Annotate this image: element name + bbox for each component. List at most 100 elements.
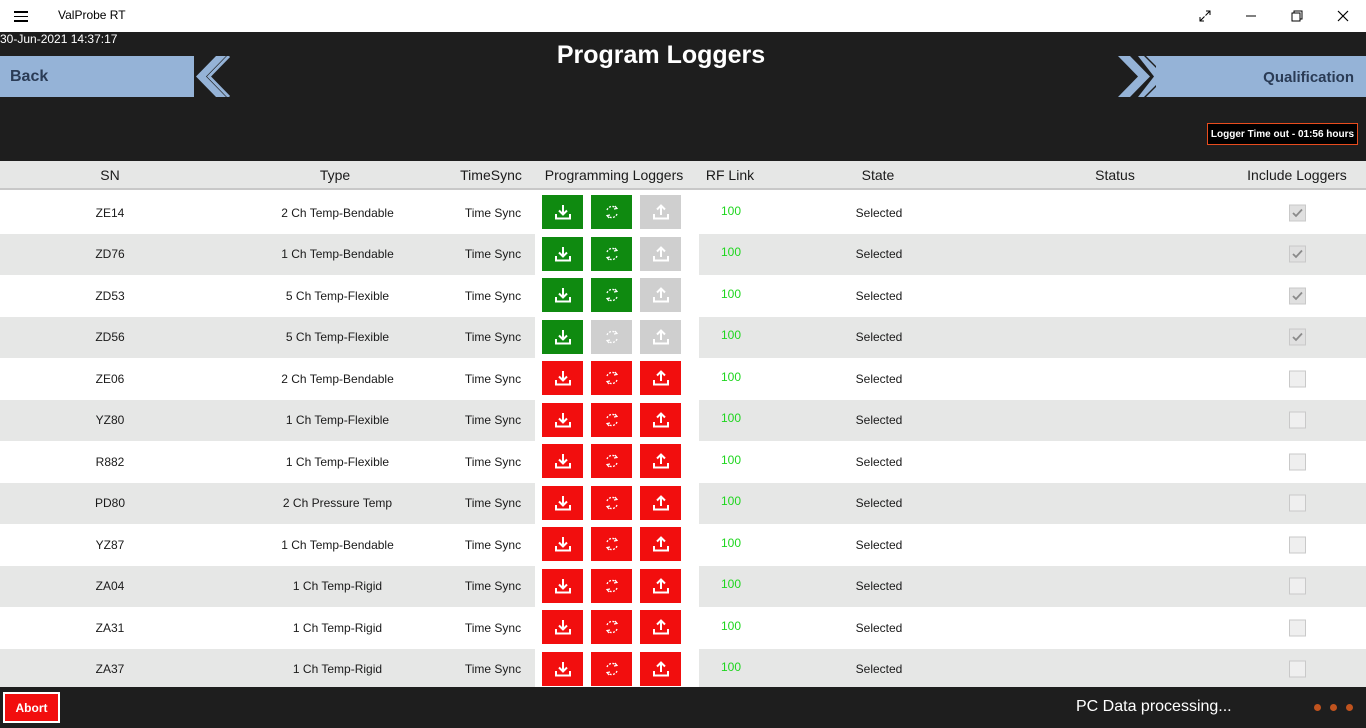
- table-row[interactable]: PD80 2 Ch Pressure Temp Time Sync 100 Select…: [0, 482, 1366, 524]
- table-row[interactable]: ZD56 5 Ch Temp-Flexible Time Sync 100 Select…: [0, 316, 1366, 358]
- table-row[interactable]: ZA37 1 Ch Temp-Rigid Time Sync 100 Selected: [0, 648, 1366, 687]
- include-logger-checkbox[interactable]: [1289, 245, 1306, 263]
- download-button[interactable]: [542, 278, 583, 312]
- cell-timesync: Time Sync: [464, 454, 522, 469]
- sync-icon: [604, 370, 620, 386]
- table-row[interactable]: ZE14 2 Ch Temp-Bendable Time Sync 100 Select…: [0, 192, 1366, 234]
- close-icon[interactable]: [1320, 0, 1366, 32]
- sync-button[interactable]: [591, 485, 632, 520]
- sync-icon: [604, 204, 620, 220]
- cell-type: 2 Ch Temp-Bendable: [281, 371, 394, 386]
- upload-button[interactable]: [640, 568, 681, 603]
- col-timesync[interactable]: TimeSync: [450, 167, 532, 183]
- back-button[interactable]: Back: [0, 56, 231, 97]
- col-sn[interactable]: SN: [0, 167, 220, 183]
- upload-button[interactable]: [640, 319, 681, 354]
- upload-icon: [652, 203, 670, 221]
- sync-icon: [604, 661, 620, 677]
- table-row[interactable]: ZE06 2 Ch Temp-Bendable Time Sync 100 Select…: [0, 358, 1366, 400]
- cell-state: Selected: [855, 537, 903, 552]
- sync-button[interactable]: [591, 319, 632, 354]
- sync-button[interactable]: [591, 361, 632, 395]
- include-logger-checkbox[interactable]: [1289, 453, 1306, 471]
- download-icon: [554, 411, 572, 429]
- cell-state: Selected: [855, 579, 903, 594]
- table-row[interactable]: YZ80 1 Ch Temp-Flexible Time Sync 100 Select…: [0, 399, 1366, 441]
- upload-button[interactable]: [640, 651, 681, 686]
- cell-rflink: 100: [720, 245, 742, 260]
- include-logger-checkbox[interactable]: [1289, 577, 1306, 595]
- window-titlebar: ValProbe RT: [0, 0, 1366, 32]
- abort-button[interactable]: Abort: [3, 692, 60, 723]
- sync-button[interactable]: [591, 610, 632, 644]
- download-button[interactable]: [542, 610, 583, 644]
- table-row[interactable]: R882 1 Ch Temp-Flexible Time Sync 100 Select…: [0, 441, 1366, 483]
- sync-icon: [604, 619, 620, 635]
- download-button[interactable]: [542, 195, 583, 229]
- minimize-icon[interactable]: [1228, 0, 1274, 32]
- download-button[interactable]: [542, 444, 583, 478]
- table-row[interactable]: ZD53 5 Ch Temp-Flexible Time Sync 100 Select…: [0, 275, 1366, 317]
- download-button[interactable]: [542, 485, 583, 520]
- loggers-grid: SN Type TimeSync Programming Loggers RF …: [0, 161, 1366, 687]
- upload-button[interactable]: [640, 236, 681, 271]
- include-logger-checkbox[interactable]: [1289, 287, 1306, 305]
- sync-button[interactable]: [591, 278, 632, 312]
- sync-button[interactable]: [591, 402, 632, 437]
- col-status[interactable]: Status: [993, 167, 1237, 183]
- table-row[interactable]: YZ87 1 Ch Temp-Bendable Time Sync 100 Select…: [0, 524, 1366, 566]
- qualification-button[interactable]: Qualification: [1118, 56, 1366, 97]
- download-button[interactable]: [542, 568, 583, 603]
- sync-button[interactable]: [591, 651, 632, 686]
- col-type[interactable]: Type: [220, 167, 450, 183]
- include-logger-checkbox[interactable]: [1289, 619, 1306, 637]
- cell-type: 5 Ch Temp-Flexible: [285, 330, 390, 345]
- cell-type: 1 Ch Temp-Rigid: [292, 620, 383, 635]
- menu-icon[interactable]: [14, 8, 32, 24]
- sync-button[interactable]: [591, 195, 632, 229]
- table-row[interactable]: ZA31 1 Ch Temp-Rigid Time Sync 100 Selected: [0, 607, 1366, 649]
- col-programming[interactable]: Programming Loggers: [535, 167, 693, 183]
- sync-button[interactable]: [591, 444, 632, 478]
- table-row[interactable]: ZD76 1 Ch Temp-Bendable Time Sync 100 Select…: [0, 233, 1366, 275]
- sync-icon: [604, 246, 620, 262]
- upload-button[interactable]: [640, 610, 681, 644]
- upload-button[interactable]: [640, 278, 681, 312]
- include-logger-checkbox[interactable]: [1289, 536, 1306, 554]
- table-row[interactable]: ZA04 1 Ch Temp-Rigid Time Sync 100 Selected: [0, 565, 1366, 607]
- col-rflink[interactable]: RF Link: [697, 167, 763, 183]
- restore-icon[interactable]: [1274, 0, 1320, 32]
- chevron-left-icon: [194, 56, 231, 97]
- include-logger-checkbox[interactable]: [1289, 328, 1306, 346]
- upload-button[interactable]: [640, 485, 681, 520]
- col-include[interactable]: Include Loggers: [1237, 167, 1357, 183]
- include-logger-checkbox[interactable]: [1289, 204, 1306, 222]
- include-logger-checkbox[interactable]: [1289, 494, 1306, 512]
- download-button[interactable]: [542, 402, 583, 437]
- cell-type: 1 Ch Temp-Bendable: [281, 247, 394, 262]
- upload-button[interactable]: [640, 402, 681, 437]
- cell-state: Selected: [855, 330, 903, 345]
- download-button[interactable]: [542, 236, 583, 271]
- cell-rflink: 100: [720, 286, 742, 301]
- download-button[interactable]: [542, 319, 583, 354]
- fullscreen-icon[interactable]: [1182, 0, 1228, 32]
- download-button[interactable]: [542, 651, 583, 686]
- sync-icon: [604, 495, 620, 511]
- include-logger-checkbox[interactable]: [1289, 660, 1306, 678]
- sync-button[interactable]: [591, 236, 632, 271]
- download-button[interactable]: [542, 361, 583, 395]
- upload-button[interactable]: [640, 527, 681, 561]
- col-state[interactable]: State: [763, 167, 993, 183]
- upload-button[interactable]: [640, 195, 681, 229]
- sync-icon: [604, 536, 620, 552]
- upload-button[interactable]: [640, 444, 681, 478]
- download-button[interactable]: [542, 527, 583, 561]
- include-logger-checkbox[interactable]: [1289, 370, 1306, 388]
- upload-button[interactable]: [640, 361, 681, 395]
- logger-timeout-badge: Logger Time out - 01:56 hours: [1207, 123, 1358, 145]
- include-logger-checkbox[interactable]: [1289, 411, 1306, 429]
- cell-state: Selected: [855, 247, 903, 262]
- sync-button[interactable]: [591, 527, 632, 561]
- sync-button[interactable]: [591, 568, 632, 603]
